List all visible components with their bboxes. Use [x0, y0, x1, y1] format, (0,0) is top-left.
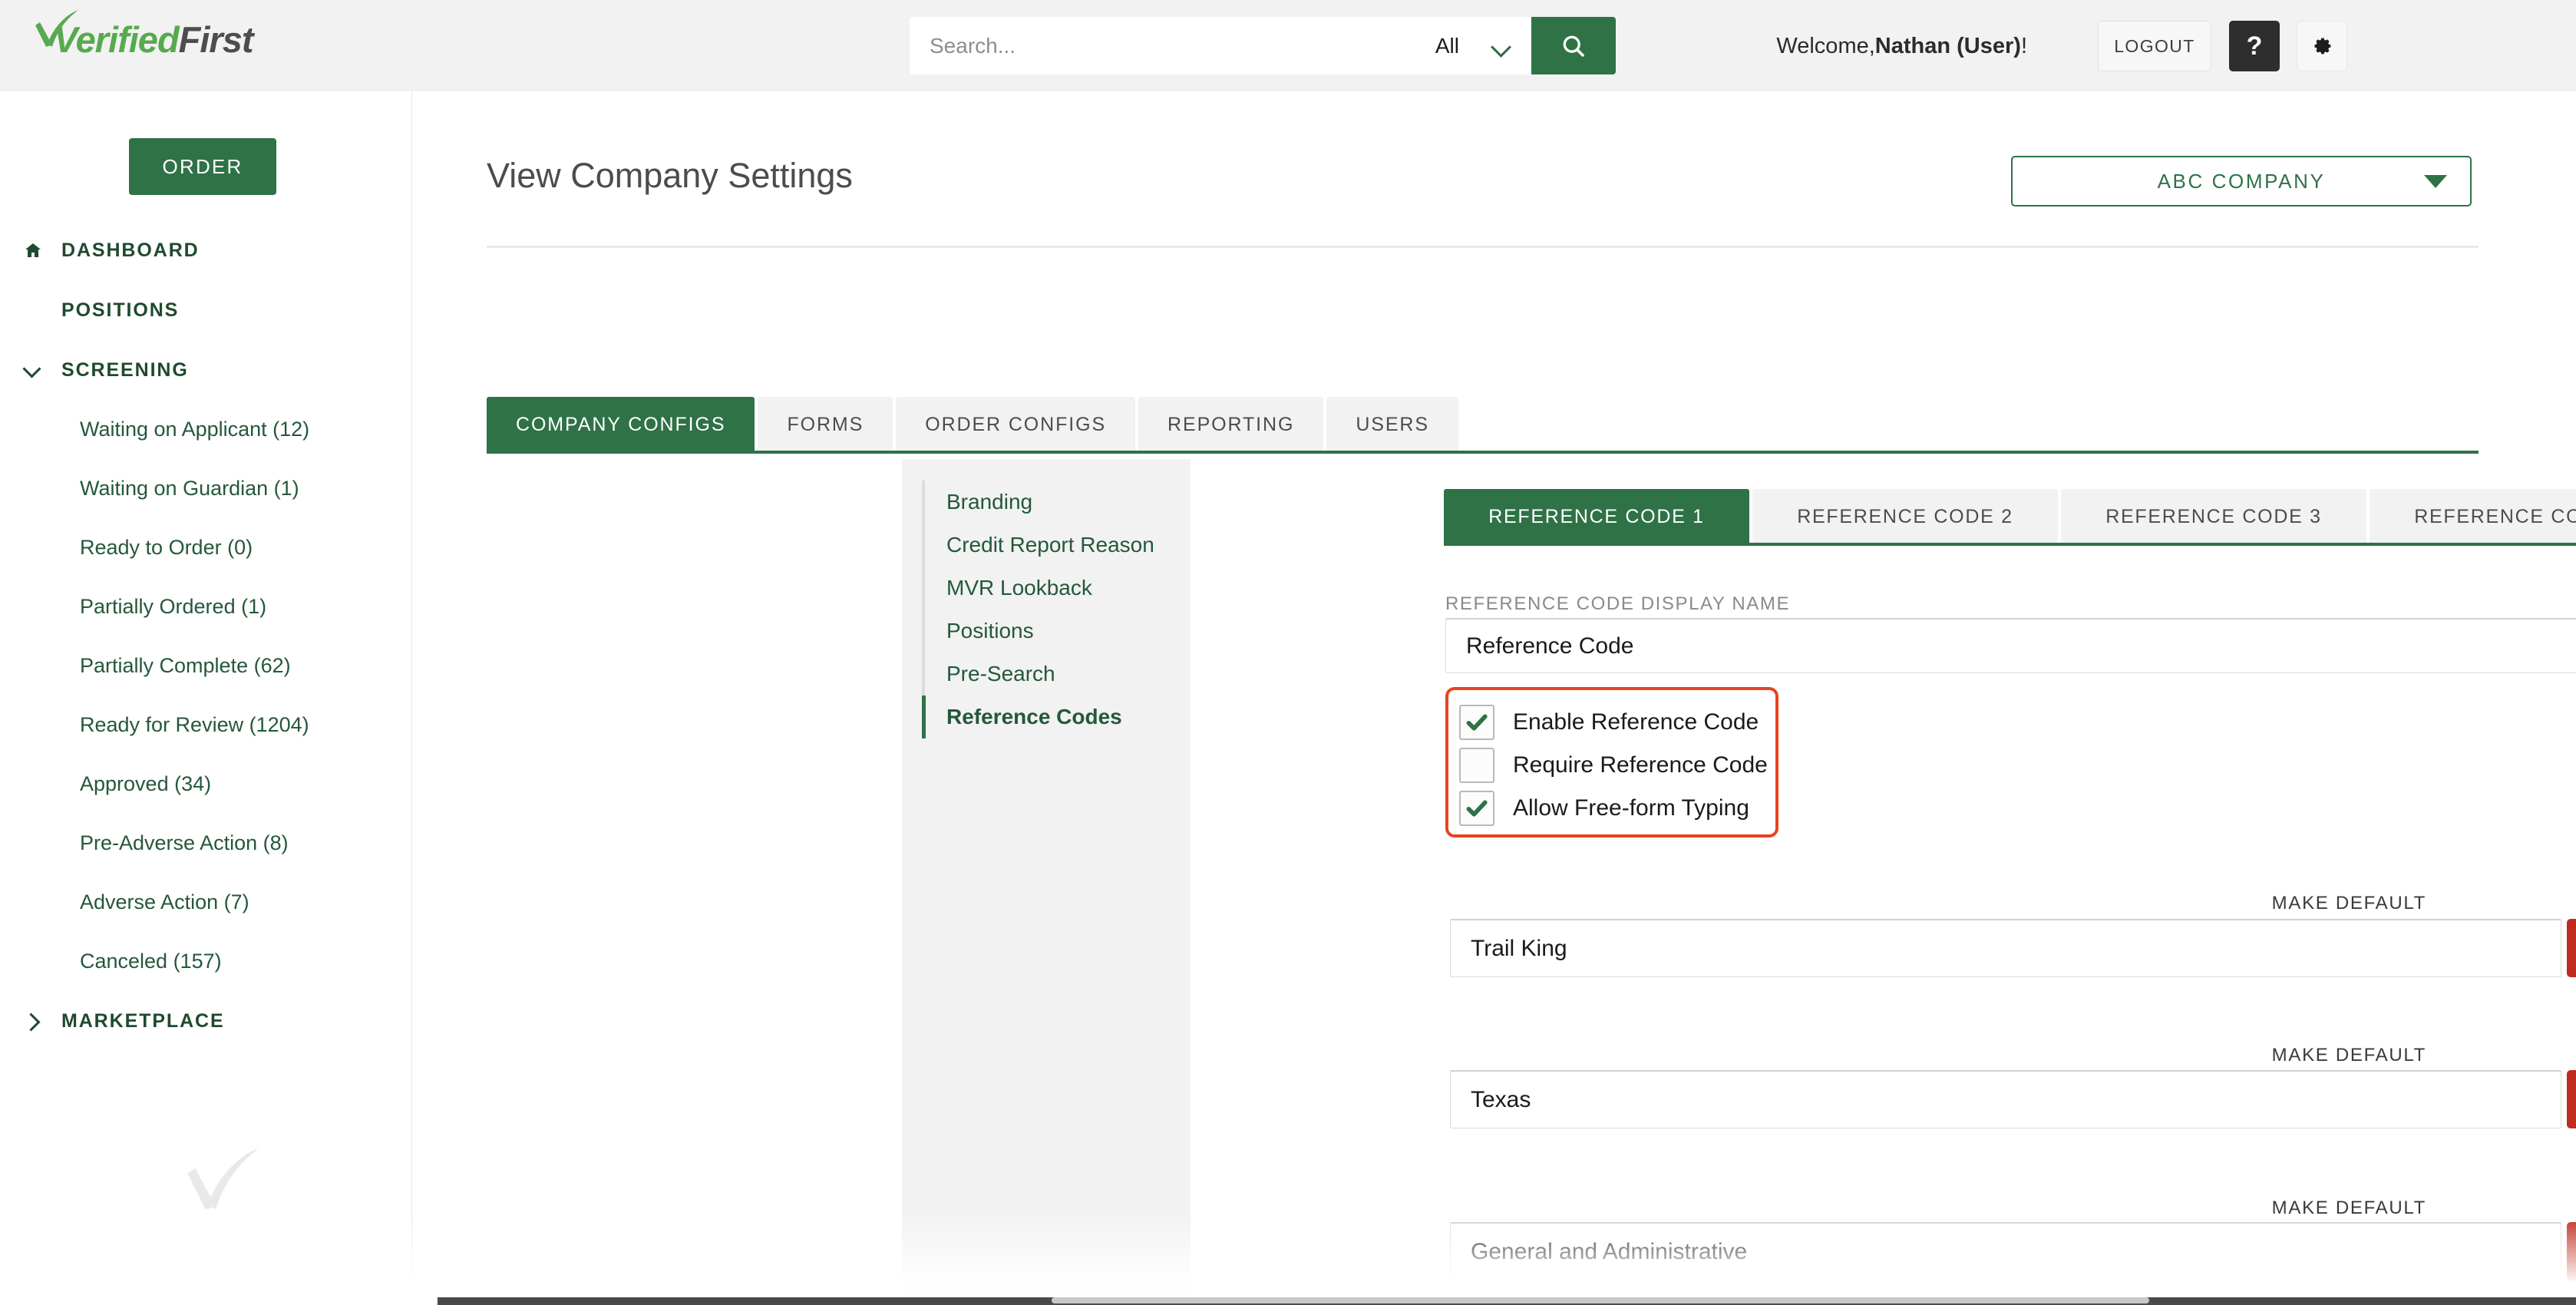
make-default-label[interactable]: MAKE DEFAULT	[1444, 893, 2426, 914]
checkmark-icon	[1466, 800, 1488, 817]
header-divider	[487, 246, 2479, 248]
reference-code-value-input[interactable]	[1450, 1070, 2561, 1128]
sidebar-item-marketplace[interactable]: MARKETPLACE	[0, 991, 411, 1051]
sidebar-item-waiting-on-guardian[interactable]: Waiting on Guardian (1)	[0, 459, 411, 518]
tab-reference-code-4[interactable]: REFERENCE CODE 4	[2370, 489, 2576, 544]
top-header-bar: VerifiedFirst All Welcome,Nathan (User)!…	[0, 0, 2576, 91]
welcome-suffix: !	[2020, 34, 2027, 58]
reference-code-display-name-label: REFERENCE CODE DISPLAY NAME	[1445, 593, 1791, 614]
subnav-item-mvr-lookback[interactable]: MVR Lookback	[922, 567, 1191, 610]
tab-reference-code-3[interactable]: REFERENCE CODE 3	[2061, 489, 2366, 544]
make-default-label[interactable]: MAKE DEFAULT	[1444, 1198, 2426, 1219]
search-button[interactable]	[1531, 17, 1616, 74]
tab-reporting[interactable]: REPORTING	[1138, 397, 1324, 452]
subnav-item-positions[interactable]: Positions	[922, 610, 1191, 652]
sidebar-item-dashboard[interactable]: DASHBOARD	[0, 220, 411, 280]
company-selector-value: ABC COMPANY	[2157, 169, 2326, 193]
sidebar-item-ready-for-review[interactable]: Ready for Review (1204)	[0, 695, 411, 755]
search-icon	[1563, 35, 1584, 57]
settings-tabs: COMPANY CONFIGS FORMS ORDER CONFIGS REPO…	[487, 397, 1458, 452]
sidebar-item-dashboard-label: DASHBOARD	[61, 239, 200, 261]
sidebar-nav: DASHBOARD POSITIONS SCREENING Waiting on…	[0, 220, 411, 1051]
reference-code-value-input[interactable]	[1450, 919, 2561, 977]
option-allow-free-form-typing[interactable]: Allow Free-form Typing	[1459, 787, 1775, 830]
checkmark-watermark-icon	[187, 1148, 259, 1210]
tab-reference-code-1[interactable]: REFERENCE CODE 1	[1444, 489, 1749, 544]
checkbox-allow-free-form-typing[interactable]	[1459, 791, 1494, 826]
tab-order-configs[interactable]: ORDER CONFIGS	[896, 397, 1136, 452]
chevron-right-icon	[23, 1010, 58, 1032]
reference-code-tabs: REFERENCE CODE 1 REFERENCE CODE 2 REFERE…	[1444, 489, 2576, 544]
main-content: View Company Settings ABC COMPANY COMPAN…	[413, 91, 2576, 1305]
global-search[interactable]: All	[910, 17, 1616, 74]
sidebar-item-partially-complete[interactable]: Partially Complete (62)	[0, 636, 411, 695]
sidebar-item-pre-adverse-action[interactable]: Pre-Adverse Action (8)	[0, 814, 411, 873]
make-default-label[interactable]: MAKE DEFAULT	[1444, 1045, 2426, 1066]
tab-users[interactable]: USERS	[1326, 397, 1458, 452]
sidebar-item-screening[interactable]: SCREENING	[0, 340, 411, 400]
sidebar-item-waiting-on-applicant[interactable]: Waiting on Applicant (12)	[0, 400, 411, 459]
option-enable-reference-code-label: Enable Reference Code	[1513, 709, 1759, 735]
reference-code-value-input[interactable]	[1450, 1222, 2561, 1280]
welcome-username: Nathan (User)	[1874, 34, 2021, 58]
search-scope-value: All	[1435, 33, 1459, 58]
help-button[interactable]: ?	[2229, 21, 2280, 71]
logo-checkmark-icon	[35, 10, 78, 47]
tab-reference-code-2[interactable]: REFERENCE CODE 2	[1752, 489, 2058, 544]
checkbox-enable-reference-code[interactable]	[1459, 705, 1494, 740]
option-require-reference-code[interactable]: Require Reference Code	[1459, 744, 1775, 787]
company-selector-dropdown[interactable]: ABC COMPANY	[2011, 156, 2472, 206]
company-configs-subnav: Branding Credit Report Reason MVR Lookba…	[902, 459, 1191, 1305]
sidebar-item-canceled[interactable]: Canceled (157)	[0, 932, 411, 991]
chevron-down-icon	[1491, 40, 1511, 52]
option-enable-reference-code[interactable]: Enable Reference Code	[1459, 701, 1775, 744]
checkmark-icon	[1466, 714, 1488, 731]
sidebar-item-positions-label: POSITIONS	[61, 299, 180, 321]
subnav-item-pre-search[interactable]: Pre-Search	[922, 652, 1191, 695]
left-sidebar: ORDER DASHBOARD POSITIONS SCREENING Wait…	[0, 91, 412, 1305]
reference-code-options-highlight: Enable Reference Code Require Reference …	[1445, 687, 1778, 838]
subnav-item-credit-report-reason[interactable]: Credit Report Reason	[922, 524, 1191, 567]
order-button[interactable]: ORDER	[129, 138, 276, 195]
logo-first-text: First	[178, 19, 254, 60]
subnav-item-reference-codes[interactable]: Reference Codes	[922, 695, 1191, 738]
app-logo[interactable]: VerifiedFirst	[34, 10, 254, 60]
reference-code-tabs-underline	[1444, 543, 2576, 546]
checkbox-require-reference-code[interactable]	[1459, 748, 1494, 783]
sidebar-item-ready-to-order[interactable]: Ready to Order (0)	[0, 518, 411, 577]
chevron-down-icon	[23, 359, 58, 381]
option-allow-free-form-typing-label: Allow Free-form Typing	[1513, 795, 1749, 821]
welcome-message: Welcome,Nathan (User)!	[1776, 34, 2027, 59]
reference-code-display-name-input[interactable]	[1445, 618, 2576, 673]
delete-reference-code-value-button[interactable]: x	[2567, 1070, 2576, 1128]
gear-icon	[2314, 38, 2331, 55]
search-input[interactable]	[910, 17, 1435, 74]
option-require-reference-code-label: Require Reference Code	[1513, 752, 1768, 778]
search-scope-dropdown[interactable]: All	[1435, 17, 1531, 74]
delete-reference-code-value-button[interactable]: x	[2567, 919, 2576, 977]
sidebar-item-approved[interactable]: Approved (34)	[0, 755, 411, 814]
home-icon	[23, 241, 58, 259]
page-title: View Company Settings	[487, 156, 853, 195]
settings-button[interactable]	[2297, 21, 2347, 71]
logout-button[interactable]: LOGOUT	[2098, 21, 2211, 71]
sidebar-item-partially-ordered[interactable]: Partially Ordered (1)	[0, 577, 411, 636]
tab-forms[interactable]: FORMS	[758, 397, 893, 452]
tabs-underline	[487, 451, 2479, 454]
delete-reference-code-value-button[interactable]: x	[2567, 1222, 2576, 1280]
tab-company-configs[interactable]: COMPANY CONFIGS	[487, 397, 755, 452]
scrollbar-thumb[interactable]	[1052, 1297, 2149, 1303]
horizontal-scrollbar[interactable]	[438, 1297, 2576, 1305]
sidebar-item-adverse-action[interactable]: Adverse Action (7)	[0, 873, 411, 932]
welcome-prefix: Welcome,	[1776, 34, 1875, 58]
subnav-item-branding[interactable]: Branding	[922, 481, 1191, 524]
sidebar-item-screening-label: SCREENING	[61, 358, 189, 381]
sidebar-item-positions[interactable]: POSITIONS	[0, 280, 411, 340]
caret-down-icon	[2424, 174, 2447, 188]
sidebar-item-marketplace-label: MARKETPLACE	[61, 1009, 225, 1032]
